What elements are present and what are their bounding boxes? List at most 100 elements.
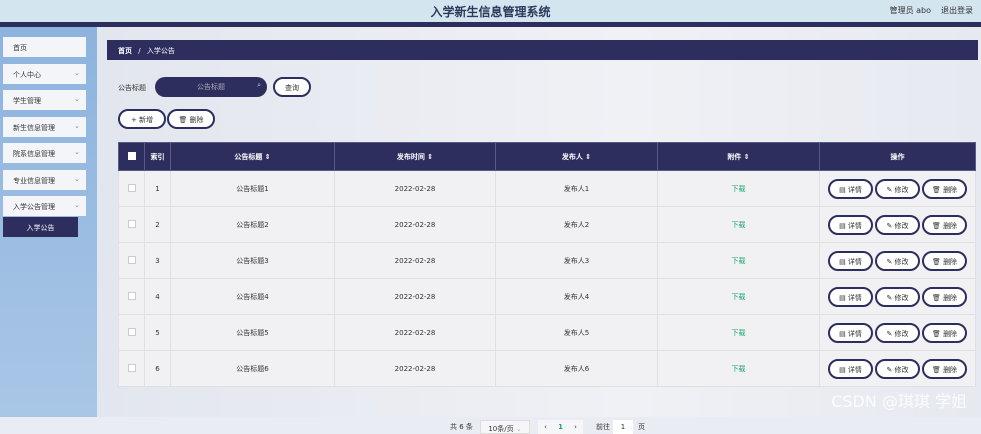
next-page-button[interactable]: › — [568, 420, 583, 434]
prev-page-button[interactable]: ‹ — [538, 420, 553, 434]
edit-button[interactable]: ✎ 修改 — [875, 214, 920, 235]
edit-button[interactable]: ✎ 修改 — [875, 178, 920, 199]
cell-publisher: 发布人3 — [495, 242, 658, 279]
delete-button[interactable]: 🗑 删除 — [922, 250, 967, 271]
page-suffix: 页 — [638, 423, 645, 431]
row-checkbox[interactable] — [127, 291, 136, 300]
batch-delete-button[interactable]: 🗑 删除 — [167, 109, 215, 129]
logout-link[interactable]: 退出登录 — [941, 6, 973, 15]
sidebar-item-5[interactable]: 专业信息管理 ⌄ — [3, 169, 86, 190]
cell-actions: ▤ 详情 ✎ 修改 🗑 删除 — [819, 314, 976, 351]
cell-publisher: 发布人6 — [495, 350, 658, 387]
cell-actions: ▤ 详情 ✎ 修改 🗑 删除 — [819, 206, 976, 243]
delete-button[interactable]: 🗑 删除 — [922, 178, 967, 199]
cell-attachment: 下载 — [657, 314, 820, 351]
trash-icon: 🗑 — [178, 116, 188, 124]
row-checkbox[interactable] — [127, 183, 136, 192]
edit-button[interactable]: ✎ 修改 — [875, 250, 920, 271]
sidebar-item-4[interactable]: 院系信息管理 ⌄ — [3, 143, 86, 163]
edit-label: 修改 — [894, 293, 909, 302]
watermark: CSDN @琪琪 学姐 — [831, 392, 967, 411]
detail-button[interactable]: ▤ 详情 — [828, 322, 873, 343]
breadcrumb-home[interactable]: 首页 — [118, 47, 132, 55]
batch-delete-label: 删除 — [189, 116, 204, 124]
trash-icon: 🗑 — [931, 185, 941, 194]
sidebar-item-0[interactable]: 首页 — [3, 37, 86, 57]
top-header: 入学新生信息管理系统 管理员 abo 退出登录 — [0, 0, 981, 22]
download-link[interactable]: 下载 — [732, 293, 746, 301]
column-header-title[interactable]: 公告标题 ⇕ — [170, 142, 335, 171]
edit-button[interactable]: ✎ 修改 — [875, 358, 920, 379]
cell-actions: ▤ 详情 ✎ 修改 🗑 删除 — [819, 242, 976, 279]
query-button[interactable]: 查询 — [273, 77, 311, 97]
edit-label: 修改 — [894, 329, 909, 338]
edit-button[interactable]: ✎ 修改 — [875, 322, 920, 343]
app-title: 入学新生信息管理系统 — [430, 5, 551, 19]
sidebar-item-1[interactable]: 个人中心 ⌄ — [3, 63, 86, 84]
detail-button[interactable]: ▤ 详情 — [828, 178, 873, 199]
sidebar-item-3[interactable]: 新生信息管理 ⌄ — [3, 116, 86, 137]
select-all-header[interactable] — [118, 142, 145, 171]
download-link[interactable]: 下载 — [732, 221, 746, 229]
sidebar-item-label: 首页 — [13, 44, 27, 52]
cell-time: 2022-02-28 — [334, 278, 496, 315]
cell-index: 1 — [144, 170, 171, 207]
delete-button[interactable]: 🗑 删除 — [922, 322, 967, 343]
column-header-attachment[interactable]: 附件 ⇕ — [657, 142, 820, 171]
cell-actions: ▤ 详情 ✎ 修改 🗑 删除 — [819, 350, 976, 387]
cell-title: 公告标题5 — [170, 314, 335, 351]
chevron-down-icon: ⌄ — [74, 174, 80, 183]
delete-button[interactable]: 🗑 删除 — [922, 286, 967, 307]
row-checkbox[interactable] — [127, 327, 136, 336]
breadcrumb: 首页 / 入学公告 — [107, 40, 978, 60]
document-icon: ▤ — [839, 221, 846, 230]
edit-label: 修改 — [894, 365, 909, 374]
cell-attachment: 下载 — [657, 170, 820, 207]
select-all-checkbox[interactable] — [127, 151, 136, 160]
delete-button[interactable]: 🗑 删除 — [922, 214, 967, 235]
row-select[interactable] — [118, 314, 145, 351]
delete-button[interactable]: 🗑 删除 — [922, 358, 967, 379]
sidebar-item-2[interactable]: 学生管理 ⌄ — [3, 90, 86, 110]
row-checkbox[interactable] — [127, 219, 136, 228]
column-header-publisher[interactable]: 发布人 ⇕ — [495, 142, 658, 171]
search-input[interactable]: 公告标题 ⌕ — [155, 77, 267, 97]
row-checkbox[interactable] — [127, 255, 136, 264]
row-select[interactable] — [118, 242, 145, 279]
detail-button[interactable]: ▤ 详情 — [828, 214, 873, 235]
sidebar-item-6[interactable]: 入学公告管理 ⌄ — [3, 196, 86, 216]
download-link[interactable]: 下载 — [732, 185, 746, 193]
chevron-down-icon: ⌄ — [74, 121, 80, 130]
add-button[interactable]: + 新增 — [118, 109, 166, 129]
download-link[interactable]: 下载 — [732, 257, 746, 265]
cell-actions: ▤ 详情 ✎ 修改 🗑 删除 — [819, 278, 976, 315]
row-select[interactable] — [118, 278, 145, 315]
row-checkbox[interactable] — [127, 363, 136, 372]
cell-index: 2 — [144, 206, 171, 243]
document-icon: ▤ — [839, 365, 846, 374]
current-user: 管理员 abo — [889, 6, 931, 15]
row-select[interactable] — [118, 206, 145, 243]
page-size-select[interactable]: 10条/页 ⌄ — [480, 420, 530, 434]
cell-title: 公告标题2 — [170, 206, 335, 243]
page-1-button[interactable]: 1 — [553, 420, 568, 434]
download-link[interactable]: 下载 — [732, 329, 746, 337]
row-select[interactable] — [118, 350, 145, 387]
detail-button[interactable]: ▤ 详情 — [828, 250, 873, 271]
edit-button[interactable]: ✎ 修改 — [875, 286, 920, 307]
detail-button[interactable]: ▤ 详情 — [828, 286, 873, 307]
detail-button[interactable]: ▤ 详情 — [828, 358, 873, 379]
row-select[interactable] — [118, 170, 145, 207]
cell-time: 2022-02-28 — [334, 206, 496, 243]
column-header-actions: 操作 — [819, 142, 976, 171]
chevron-down-icon: ⌄ — [74, 68, 80, 77]
sidebar-subitem-announcement[interactable]: 入学公告 — [3, 217, 78, 237]
column-header-time[interactable]: 发布时间 ⇕ — [334, 142, 496, 171]
announcement-table: 索引 公告标题 ⇕ 发布时间 ⇕ 发布人 ⇕ 附件 ⇕ 操作 1 公告标题1 202… — [118, 142, 976, 387]
edit-label: 修改 — [894, 221, 909, 230]
cell-time: 2022-02-28 — [334, 350, 496, 387]
detail-label: 详情 — [847, 257, 862, 266]
goto-page-input[interactable]: 1 — [613, 420, 633, 434]
download-link[interactable]: 下载 — [732, 365, 746, 373]
cell-title: 公告标题3 — [170, 242, 335, 279]
